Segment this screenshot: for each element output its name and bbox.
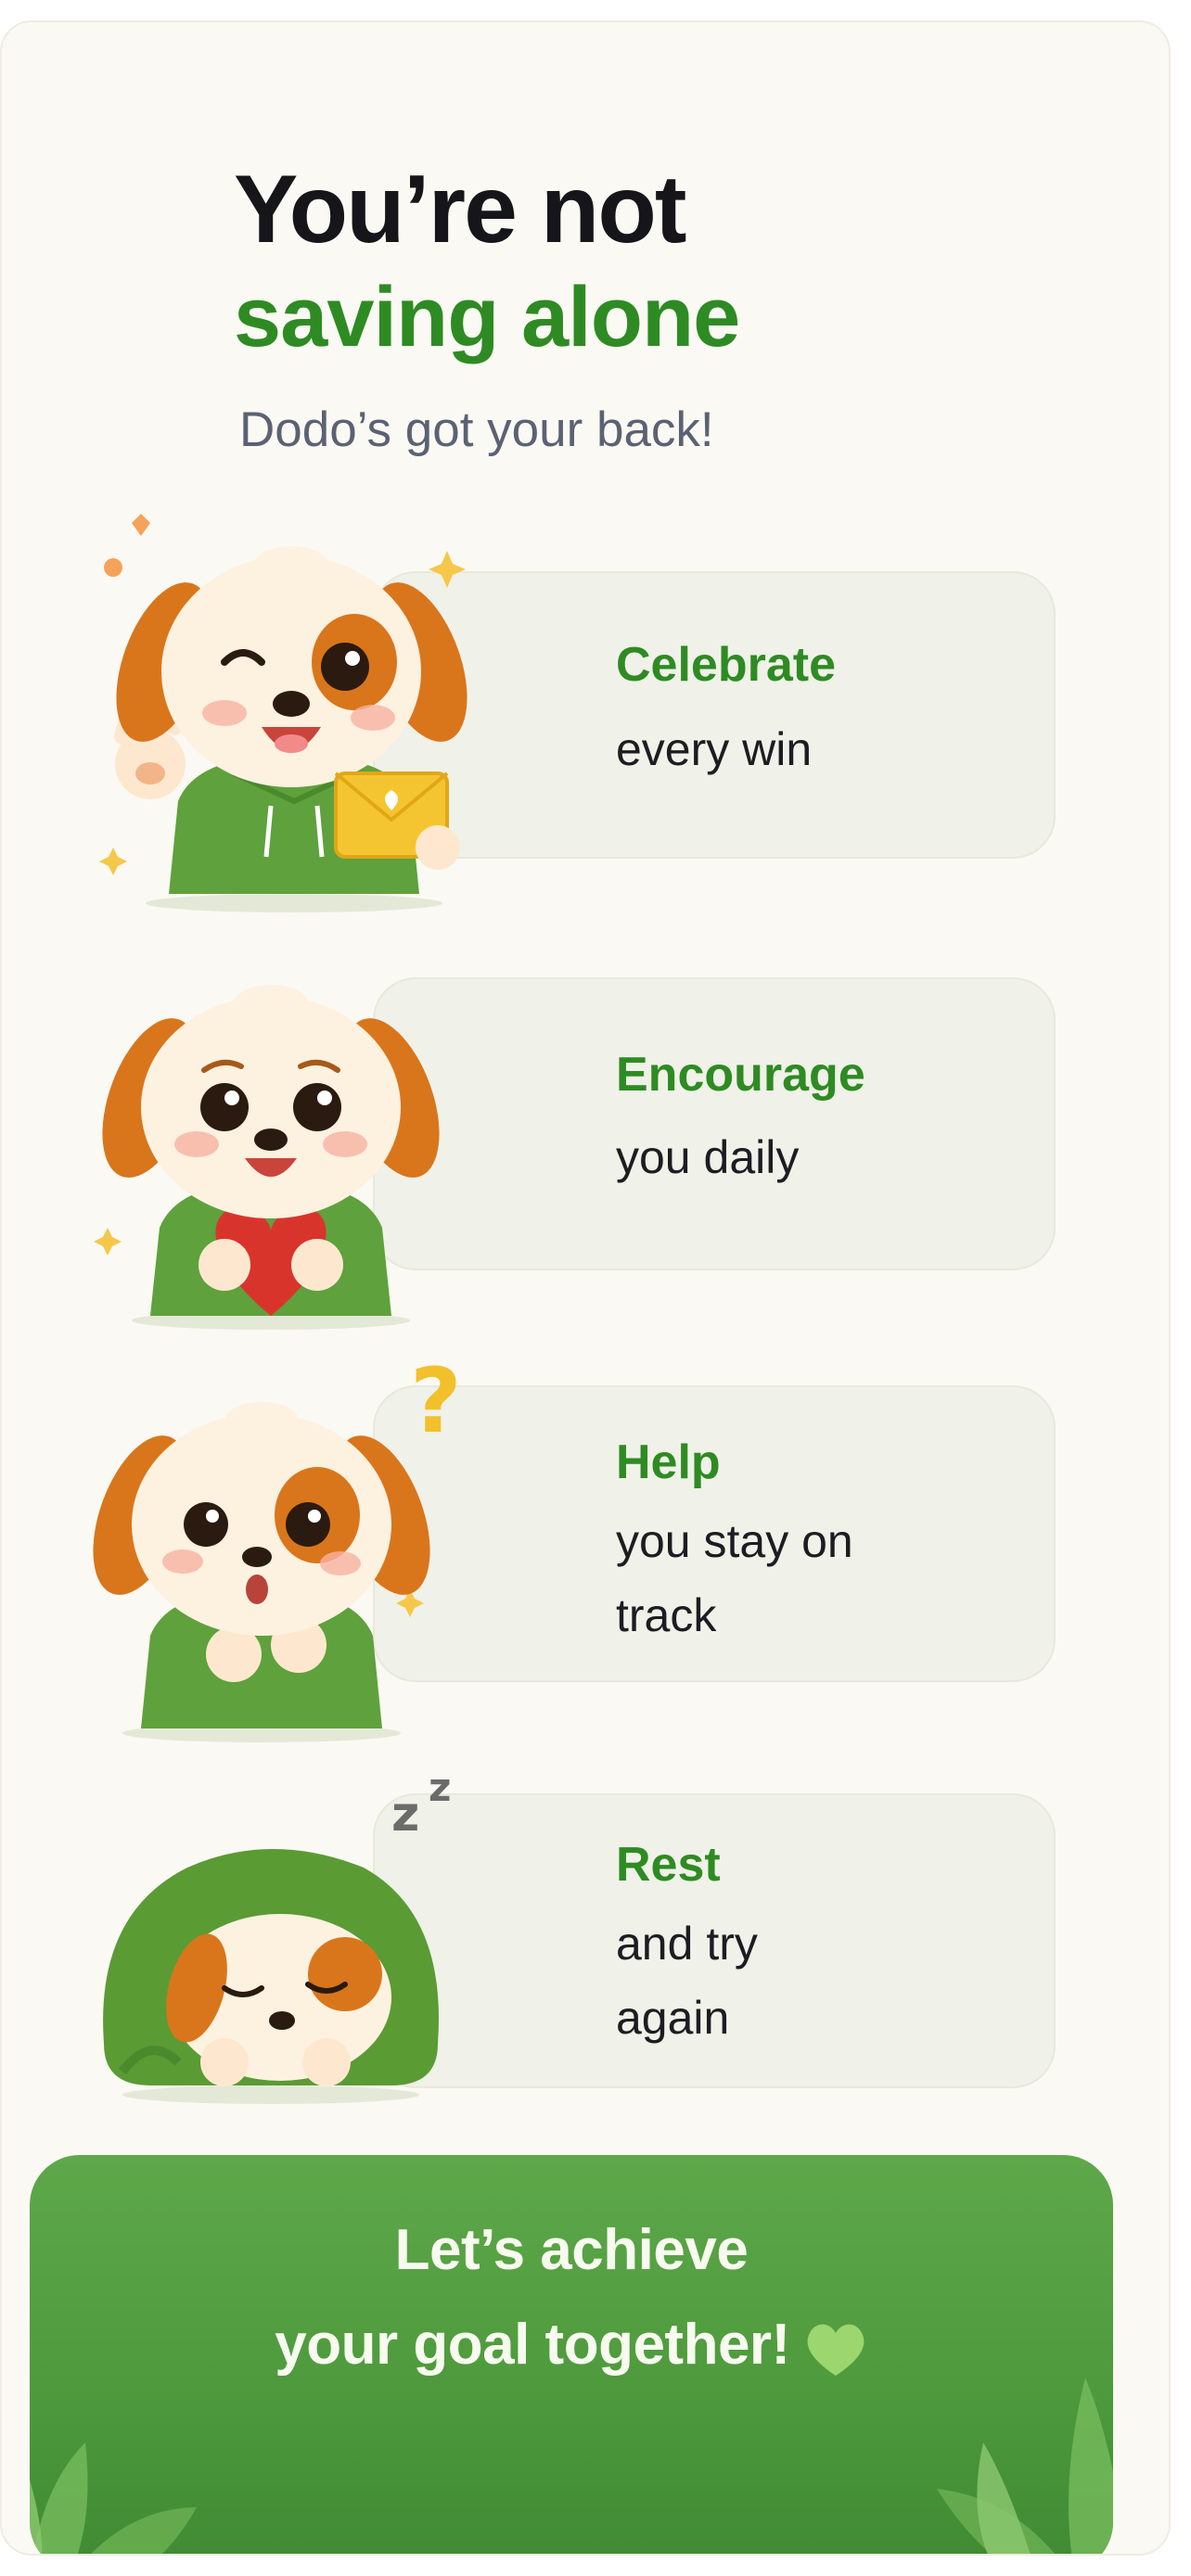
cta-line-2-row: your goal together! bbox=[30, 2311, 1113, 2379]
cta-line-2: your goal together! bbox=[275, 2313, 790, 2377]
feature-card-text-line: and try bbox=[616, 1918, 758, 1970]
feature-card-text-line: track bbox=[616, 1589, 717, 1641]
green-heart-icon bbox=[807, 2324, 864, 2376]
dodo-waving-with-envelope-icon bbox=[99, 514, 467, 912]
feature-card-text: and try again bbox=[616, 1906, 913, 2055]
feature-card-title: Encourage bbox=[616, 1048, 865, 1102]
dodo-thinking-question-icon: ? bbox=[93, 1358, 462, 1742]
svg-text:?: ? bbox=[410, 1358, 462, 1453]
page-title-highlight: saving alone bbox=[234, 270, 740, 364]
feature-card-text: you stay on track bbox=[616, 1504, 913, 1652]
cta-banner: Let’s achieve your goal together! bbox=[30, 2155, 1113, 2554]
feature-card-encourage: Encourage you daily bbox=[373, 977, 1056, 1270]
feature-card-text: every win bbox=[616, 712, 913, 786]
feature-card-text-line: every win bbox=[616, 723, 813, 775]
dodo-sleeping-in-blanket-icon: z z bbox=[103, 1766, 451, 2104]
leaf-decoration-icon bbox=[30, 2442, 197, 2554]
onboarding-screen: You’re not saving alone Dodo’s got your … bbox=[0, 20, 1171, 2556]
feature-card-rest: Rest and try again bbox=[373, 1793, 1056, 2088]
feature-card-text-line: you daily bbox=[616, 1131, 800, 1183]
page-subtitle: Dodo’s got your back! bbox=[239, 402, 714, 457]
dodo-holding-heart-icon bbox=[94, 985, 440, 1330]
feature-card-text-line: you stay on bbox=[616, 1515, 853, 1567]
feature-card-text-line: again bbox=[616, 1992, 730, 2044]
feature-card-title: Rest bbox=[616, 1838, 721, 1892]
feature-card-text: you daily bbox=[616, 1120, 913, 1194]
cta-line-1: Let’s achieve bbox=[394, 2218, 749, 2282]
svg-text:z: z bbox=[429, 1766, 451, 1810]
feature-card-title: Celebrate bbox=[616, 638, 836, 692]
page-title: You’re not bbox=[234, 156, 686, 263]
svg-text:z: z bbox=[391, 1787, 419, 1843]
feature-card-title: Help bbox=[616, 1435, 721, 1489]
